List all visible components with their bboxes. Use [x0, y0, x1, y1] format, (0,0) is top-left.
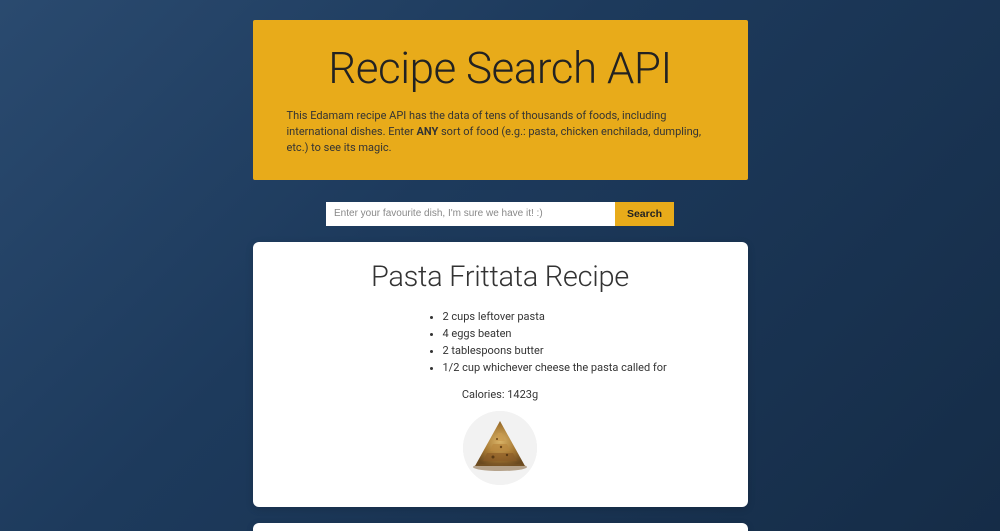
frittata-icon — [463, 411, 537, 485]
list-item: 2 cups leftover pasta — [443, 308, 724, 325]
page-title: Recipe Search API — [283, 42, 718, 94]
page-description: This Edamam recipe API has the data of t… — [283, 108, 718, 156]
recipe-title: Pasta Frittata Recipe — [277, 260, 724, 294]
header-panel: Recipe Search API This Edamam recipe API… — [253, 20, 748, 180]
next-recipe-card-peek — [253, 523, 748, 531]
recipe-image — [463, 411, 537, 485]
list-item: 2 tablespoons butter — [443, 342, 724, 359]
desc-text-bold: ANY — [416, 125, 438, 138]
search-button[interactable]: Search — [615, 202, 674, 226]
search-input[interactable] — [326, 202, 615, 226]
ingredients-list: 2 cups leftover pasta 4 eggs beaten 2 ta… — [427, 308, 724, 376]
calories-label: Calories: 1423g — [277, 388, 724, 401]
recipe-card: Pasta Frittata Recipe 2 cups leftover pa… — [253, 242, 748, 507]
search-bar: Search — [326, 202, 674, 226]
list-item: 1/2 cup whichever cheese the pasta calle… — [443, 359, 724, 376]
list-item: 4 eggs beaten — [443, 325, 724, 342]
